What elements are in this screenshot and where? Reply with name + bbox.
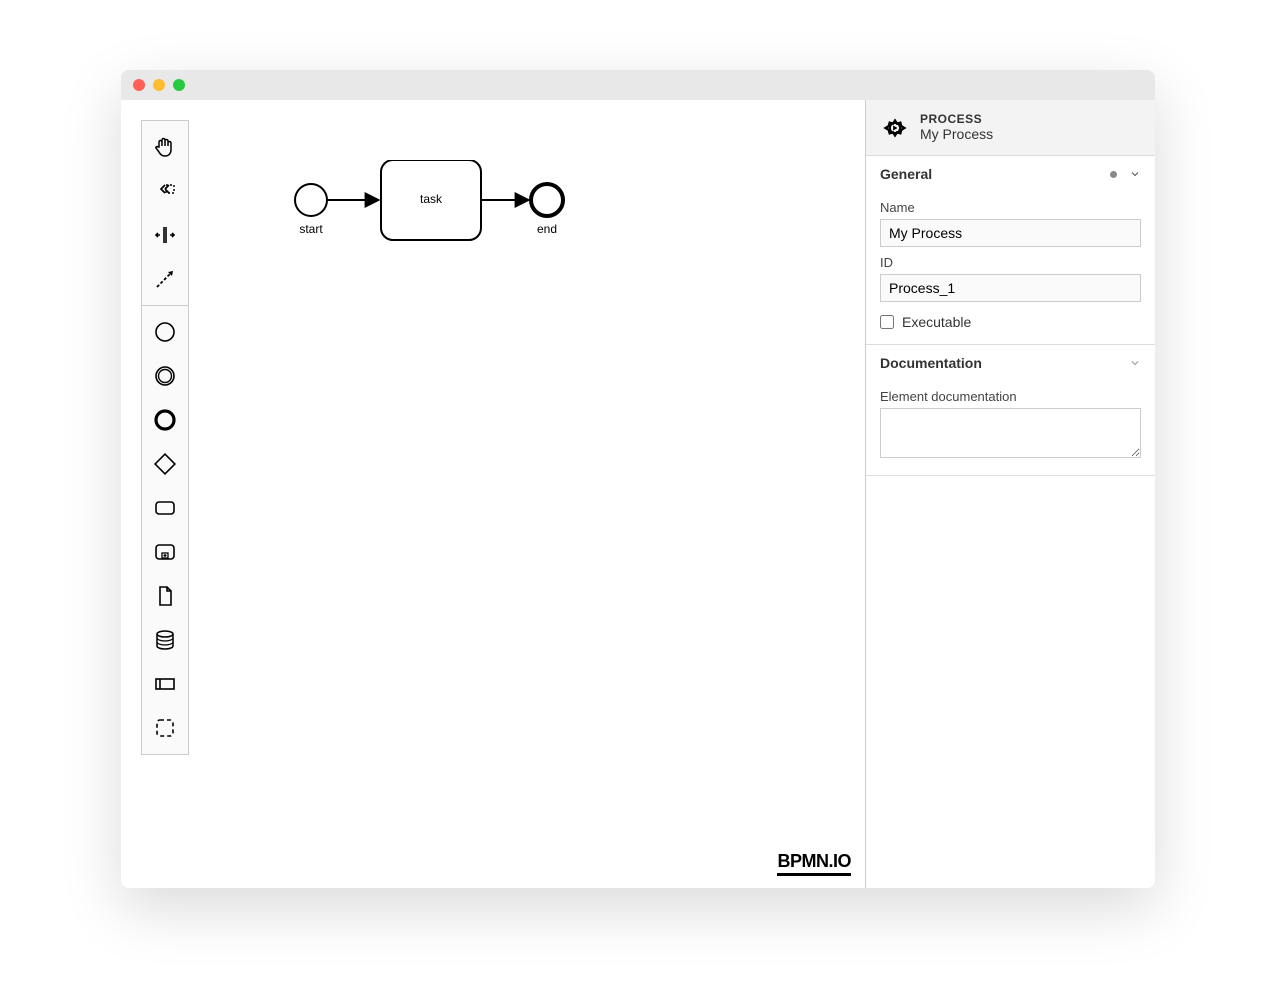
documentation-field-label: Element documentation [880,389,1141,404]
titlebar [121,70,1155,100]
task-label: task [381,192,481,206]
element-type-label: PROCESS [920,112,993,126]
element-name-label: My Process [920,126,993,143]
diagram-svg [291,160,641,310]
group-icon [153,716,177,740]
general-section: General Name ID Executable [866,156,1155,345]
end-event-tool[interactable] [142,398,188,442]
end-event[interactable] [531,184,563,216]
name-field-label: Name [880,200,1141,215]
palette-separator [142,305,188,306]
minimize-window-button[interactable] [153,79,165,91]
task-icon [153,496,177,520]
content-area: start task end BPMN.IO PROCESS My Proces… [121,100,1155,888]
general-section-body: Name ID Executable [866,200,1155,344]
diagram: start task end [291,160,641,310]
executable-checkbox[interactable] [880,315,894,329]
lasso-tool[interactable] [142,169,188,213]
executable-label: Executable [902,314,971,330]
participant-tool[interactable] [142,662,188,706]
properties-header: PROCESS My Process [866,100,1155,156]
subprocess-tool[interactable] [142,530,188,574]
lasso-icon [153,179,177,203]
tool-palette [141,120,189,755]
process-icon [880,113,910,143]
end-event-label: end [533,222,561,236]
connect-icon [153,267,177,291]
group-tool[interactable] [142,706,188,750]
intermediate-event-icon [153,364,177,388]
id-field-label: ID [880,255,1141,270]
section-modified-indicator [1110,171,1117,178]
space-tool-icon [153,223,177,247]
watermark: BPMN.IO [777,851,851,876]
documentation-section-title: Documentation [880,355,982,371]
id-input[interactable] [880,274,1141,302]
documentation-section-body: Element documentation [866,389,1155,475]
start-event-tool[interactable] [142,310,188,354]
connect-tool[interactable] [142,257,188,301]
close-window-button[interactable] [133,79,145,91]
executable-row[interactable]: Executable [880,314,1141,330]
chevron-down-icon [1129,357,1141,369]
data-object-tool[interactable] [142,574,188,618]
hand-icon [153,135,177,159]
start-event[interactable] [295,184,327,216]
gateway-tool[interactable] [142,442,188,486]
app-window: start task end BPMN.IO PROCESS My Proces… [121,70,1155,888]
start-event-label: start [297,222,325,236]
subprocess-icon [153,540,177,564]
canvas[interactable]: start task end BPMN.IO [121,100,865,888]
participant-icon [153,672,177,696]
intermediate-event-tool[interactable] [142,354,188,398]
hand-tool[interactable] [142,125,188,169]
gateway-icon [153,452,177,476]
data-store-icon [153,628,177,652]
maximize-window-button[interactable] [173,79,185,91]
general-section-title: General [880,166,932,182]
documentation-section-header[interactable]: Documentation [866,345,1155,381]
end-event-icon [153,408,177,432]
documentation-textarea[interactable] [880,408,1141,458]
properties-panel: PROCESS My Process General Name ID [865,100,1155,888]
task-tool[interactable] [142,486,188,530]
general-section-header[interactable]: General [866,156,1155,192]
name-input[interactable] [880,219,1141,247]
chevron-down-icon [1129,168,1141,180]
data-store-tool[interactable] [142,618,188,662]
data-object-icon [153,584,177,608]
start-event-icon [153,320,177,344]
documentation-section: Documentation Element documentation [866,345,1155,476]
space-tool[interactable] [142,213,188,257]
